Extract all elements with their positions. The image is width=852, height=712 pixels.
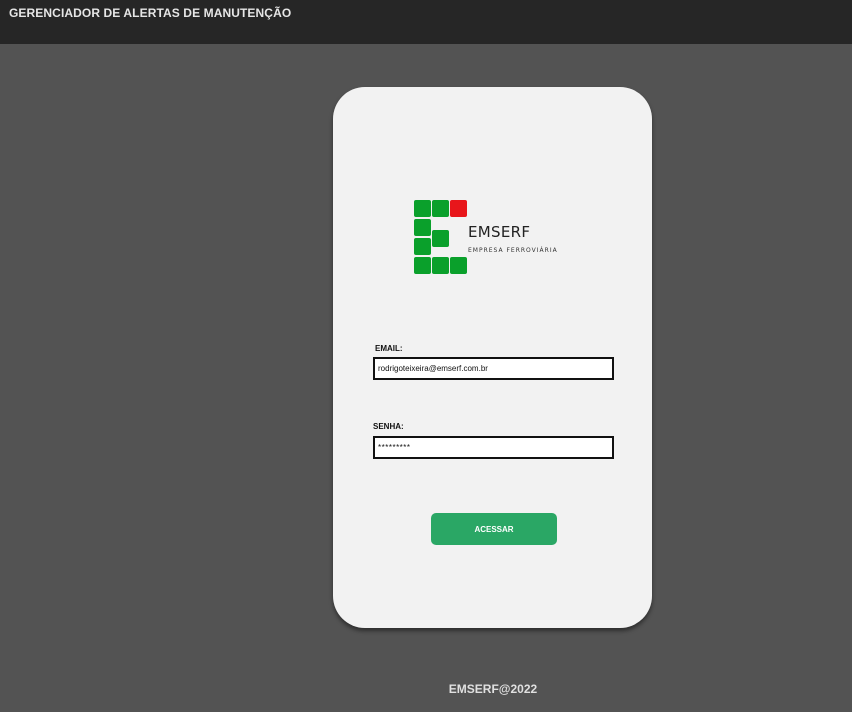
password-label: SENHA: <box>373 422 404 431</box>
password-field[interactable] <box>373 436 614 459</box>
logo-block-red <box>450 200 467 217</box>
email-label: EMAIL: <box>375 344 403 353</box>
top-bar: GERENCIADOR DE ALERTAS DE MANUTENÇÃO <box>0 0 852 44</box>
app-title: GERENCIADOR DE ALERTAS DE MANUTENÇÃO <box>9 6 292 20</box>
login-card: EMSERF EMPRESA FERROVIÁRIA EMAIL: SENHA:… <box>333 87 652 628</box>
company-logo: EMSERF EMPRESA FERROVIÁRIA <box>413 200 593 276</box>
logo-name: EMSERF <box>468 223 531 241</box>
logo-block <box>414 219 431 236</box>
login-button[interactable]: ACESSAR <box>431 513 557 545</box>
logo-block <box>414 200 431 217</box>
logo-block <box>450 257 467 274</box>
logo-block <box>414 238 431 255</box>
footer-copyright: EMSERF@2022 <box>448 682 538 696</box>
logo-tagline: EMPRESA FERROVIÁRIA <box>468 247 558 254</box>
logo-block <box>432 230 449 247</box>
email-field[interactable] <box>373 357 614 380</box>
logo-block <box>432 257 449 274</box>
logo-block <box>414 257 431 274</box>
logo-block <box>432 200 449 217</box>
